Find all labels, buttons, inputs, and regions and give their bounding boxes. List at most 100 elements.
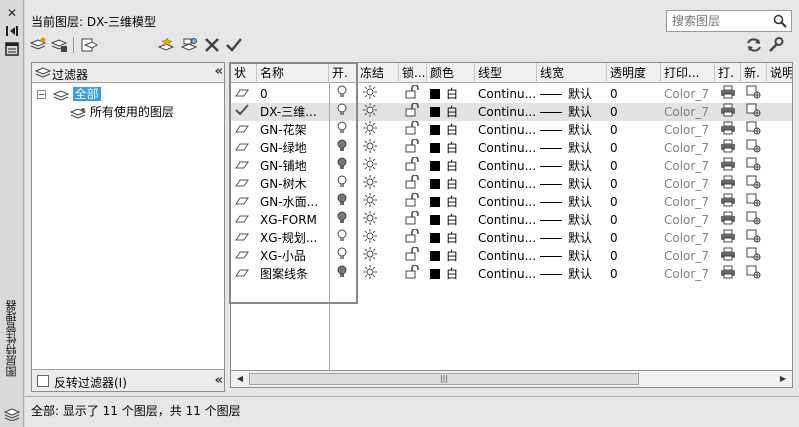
layer-transparency[interactable]: 0 bbox=[610, 193, 660, 211]
layer-name[interactable]: XG-小品 bbox=[260, 247, 330, 265]
bulb-on-icon[interactable] bbox=[337, 247, 353, 265]
layer-color[interactable]: 白 bbox=[430, 157, 476, 175]
layer-row[interactable]: DX-三维... 白 Continu... 默认 0 Color_7 bbox=[231, 103, 792, 121]
header-col-lineweight[interactable]: 线宽 bbox=[537, 63, 607, 83]
new-vp-freeze-icon[interactable] bbox=[746, 121, 764, 139]
header-col-color[interactable]: 颜色 bbox=[427, 63, 475, 83]
header-col-name[interactable]: 名称 bbox=[257, 63, 329, 83]
filter-new-icon[interactable] bbox=[29, 37, 47, 53]
layer-lineweight[interactable]: 默认 bbox=[540, 247, 608, 265]
horizontal-scrollbar[interactable]: ◀ ||| ▶ bbox=[230, 370, 793, 388]
tree-node-used-layers-label[interactable]: 所有使用的图层 bbox=[90, 105, 174, 119]
unlock-icon[interactable] bbox=[405, 157, 423, 175]
layer-status-icon[interactable] bbox=[235, 247, 255, 265]
header-col-plot-style[interactable]: 打印... bbox=[661, 63, 715, 83]
layer-status-icon[interactable] bbox=[235, 175, 255, 193]
layer-color[interactable]: 白 bbox=[430, 229, 476, 247]
header-col-linetype[interactable]: 线型 bbox=[475, 63, 537, 83]
new-vp-freeze-icon[interactable] bbox=[746, 211, 764, 229]
layer-search-input[interactable] bbox=[667, 11, 767, 31]
layer-name[interactable]: 0 bbox=[260, 85, 330, 103]
printer-icon[interactable] bbox=[720, 103, 738, 121]
unlock-icon[interactable] bbox=[405, 139, 423, 157]
bulb-off-icon[interactable] bbox=[337, 157, 353, 175]
collapse-filter-pane-button-bottom[interactable]: « bbox=[215, 373, 224, 388]
layer-row[interactable]: GN-绿地 白 Continu... 默认 0 Color_7 bbox=[231, 139, 792, 157]
layer-color[interactable]: 白 bbox=[430, 193, 476, 211]
tree-node-all[interactable]: − 全部 bbox=[37, 85, 101, 101]
layer-row[interactable]: GN-水面... 白 Continu... 默认 0 Color_7 bbox=[231, 193, 792, 211]
new-vp-freeze-icon[interactable] bbox=[746, 85, 764, 103]
layer-status-icon[interactable] bbox=[235, 211, 255, 229]
check-icon[interactable] bbox=[225, 37, 243, 53]
layer-color[interactable]: 白 bbox=[430, 265, 476, 283]
tree-node-used-layers[interactable]: 所有使用的图层 bbox=[69, 103, 174, 119]
sun-thaw-icon[interactable] bbox=[363, 121, 381, 139]
bulb-on-icon[interactable] bbox=[337, 85, 353, 103]
layer-color[interactable]: 白 bbox=[430, 211, 476, 229]
sun-thaw-icon[interactable] bbox=[363, 265, 381, 283]
layer-row[interactable]: XG-FORM 白 Continu... 默认 0 Color_7 bbox=[231, 211, 792, 229]
group-filter-icon[interactable] bbox=[50, 37, 68, 53]
bulb-off-icon[interactable] bbox=[337, 211, 353, 229]
printer-icon[interactable] bbox=[720, 85, 738, 103]
bulb-on-icon[interactable] bbox=[337, 229, 353, 247]
unlock-icon[interactable] bbox=[405, 103, 423, 121]
layer-name[interactable]: GN-花架 bbox=[260, 121, 330, 139]
bulb-off-icon[interactable] bbox=[337, 193, 353, 211]
printer-icon[interactable] bbox=[720, 247, 738, 265]
layer-states-icon[interactable] bbox=[80, 37, 98, 53]
layer-linetype[interactable]: Continu... bbox=[478, 85, 540, 103]
layer-row[interactable]: GN-铺地 白 Continu... 默认 0 Color_7 bbox=[231, 157, 792, 175]
printer-icon[interactable] bbox=[720, 211, 738, 229]
scrollbar-thumb[interactable]: ||| bbox=[249, 373, 639, 385]
search-icon[interactable] bbox=[773, 14, 787, 28]
sun-thaw-icon[interactable] bbox=[363, 247, 381, 265]
layer-linetype[interactable]: Continu... bbox=[478, 157, 540, 175]
unlock-icon[interactable] bbox=[405, 85, 423, 103]
scroll-right-icon[interactable]: ▶ bbox=[776, 372, 790, 386]
header-col-status[interactable]: 状 bbox=[231, 63, 257, 83]
printer-icon[interactable] bbox=[720, 139, 738, 157]
scroll-left-icon[interactable]: ◀ bbox=[233, 372, 247, 386]
layer-lineweight[interactable]: 默认 bbox=[540, 265, 608, 283]
layer-name[interactable]: XG-规划... bbox=[260, 229, 330, 247]
layer-transparency[interactable]: 0 bbox=[610, 85, 660, 103]
layer-linetype[interactable]: Continu... bbox=[478, 229, 540, 247]
header-col-lock[interactable]: 锁... bbox=[399, 63, 427, 83]
layer-linetype[interactable]: Continu... bbox=[478, 175, 540, 193]
layer-name[interactable]: GN-树木 bbox=[260, 175, 330, 193]
header-col-new-vp-freeze[interactable]: 新. bbox=[741, 63, 767, 83]
printer-icon[interactable] bbox=[720, 265, 738, 283]
layer-lineweight[interactable]: 默认 bbox=[540, 229, 608, 247]
header-col-plot[interactable]: 打. bbox=[715, 63, 741, 83]
new-vp-freeze-icon[interactable] bbox=[746, 265, 764, 283]
layer-row[interactable]: XG-小品 白 Continu... 默认 0 Color_7 bbox=[231, 247, 792, 265]
layer-color[interactable]: 白 bbox=[430, 103, 476, 121]
layer-name[interactable]: XG-FORM bbox=[260, 211, 330, 229]
properties-menu-icon[interactable] bbox=[5, 42, 19, 56]
layer-transparency[interactable]: 0 bbox=[610, 121, 660, 139]
layer-status-icon[interactable] bbox=[235, 103, 255, 121]
bulb-on-icon[interactable] bbox=[337, 103, 353, 121]
new-vp-freeze-icon[interactable] bbox=[746, 157, 764, 175]
layer-color[interactable]: 白 bbox=[430, 121, 476, 139]
layer-transparency[interactable]: 0 bbox=[610, 229, 660, 247]
layer-name[interactable]: GN-绿地 bbox=[260, 139, 330, 157]
layer-linetype[interactable]: Continu... bbox=[478, 211, 540, 229]
layer-lineweight[interactable]: 默认 bbox=[540, 193, 608, 211]
unlock-icon[interactable] bbox=[405, 211, 423, 229]
bulb-on-icon[interactable] bbox=[337, 175, 353, 193]
layer-row[interactable]: XG-规划... 白 Continu... 默认 0 Color_7 bbox=[231, 229, 792, 247]
layer-color[interactable]: 白 bbox=[430, 85, 476, 103]
sun-thaw-icon[interactable] bbox=[363, 211, 381, 229]
sun-thaw-icon[interactable] bbox=[363, 175, 381, 193]
layer-linetype[interactable]: Continu... bbox=[478, 139, 540, 157]
invert-filter-checkbox[interactable] bbox=[37, 375, 49, 387]
unlock-icon[interactable] bbox=[405, 193, 423, 211]
refresh-icon[interactable] bbox=[745, 37, 763, 53]
layer-status-icon[interactable] bbox=[235, 139, 255, 157]
layer-name[interactable]: GN-铺地 bbox=[260, 157, 330, 175]
layer-lineweight[interactable]: 默认 bbox=[540, 157, 608, 175]
layer-transparency[interactable]: 0 bbox=[610, 211, 660, 229]
